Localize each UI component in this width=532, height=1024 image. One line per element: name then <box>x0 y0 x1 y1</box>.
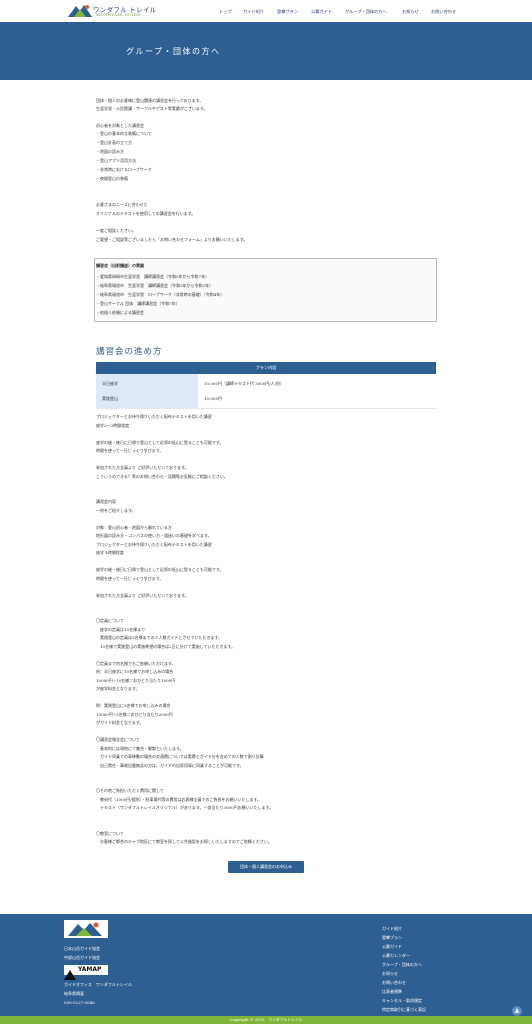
back-to-top-icon[interactable]: ▲ <box>512 1006 522 1016</box>
footer-link[interactable]: 公募ガイド <box>382 944 402 950</box>
footer-phone: 090-0227-0040 <box>64 1000 95 1005</box>
body-line: 一例をご紹介します。 <box>96 507 136 513</box>
body-line: ガイド同乗での車移動の場合の交通費については実費とガイド分を含めての人数で割り計… <box>96 754 264 759</box>
intro-line: ・登山計画の立て方 <box>96 140 132 145</box>
footer-link[interactable]: ガイド紹介 <box>382 926 402 932</box>
footer-address: 岐阜県揖斐 <box>64 991 84 996</box>
body-line: 10名様で実践登山の実施希望の場合は2日に分けて実施していただきます。 <box>96 643 236 649</box>
intro-line: ・登山アプリ活用方法 <box>96 158 136 163</box>
footer-link[interactable]: 登攀プラン <box>382 935 402 941</box>
intro-line: 初心者を対象とした講習会 <box>96 123 144 128</box>
yamap-label: YAMAP <box>78 966 102 973</box>
plan-row-value: 10,000円 <box>198 389 436 409</box>
body-line: プロジェクターとお持ち帰りいただく配布テキストを用いた講習 <box>96 414 212 419</box>
nav-public-guide[interactable]: 公募ガイド <box>311 9 332 15</box>
body-line: 〇教室について <box>96 830 124 836</box>
nav-plans[interactable]: 登攀プラン <box>277 9 298 15</box>
footer-link[interactable]: 特定商取引に基づく表記 <box>382 1007 426 1013</box>
body-line: 講習会内容 <box>96 499 116 504</box>
body-line: こういうのできる？等のお問い合わせ・見積等お気軽にご相談ください。 <box>96 473 228 479</box>
intro-line: ・地図の読み方 <box>96 149 124 154</box>
body-line: 対象：登山初心者・地図から離れている方 <box>96 524 172 530</box>
intro-line: ・非常時におけるロープワーク <box>96 167 152 172</box>
body-line: が座学料金となります。 <box>96 686 140 691</box>
body-line: 参加された方全員より ご好評いただいております。 <box>96 592 189 598</box>
body-line: 実践登山の定員は5名様までの少人数ガイドとさせていただきます。 <box>96 635 223 640</box>
intro-line: ご要望・ご相談等ございましたら「お問い合わせフォーム」よりお願いいたします。 <box>96 237 248 242</box>
brand-subtitle: MOUNTAIN GUIDE <box>96 12 141 17</box>
body-line: 座学2～3時間程度 <box>96 422 130 428</box>
body-line: 10000円÷10名様＝おひとり当たり1000円 <box>96 677 176 683</box>
body-line: 〇定員まで何名様でもご依頼いただけます。 <box>96 660 176 666</box>
body-line: 〇講習会場全会について <box>96 737 140 742</box>
body-line: 例：実践登山に5名様でお申し込みの場合 <box>96 703 171 708</box>
body-line: 例：半日座学に10名様でお申し込みの場合 <box>96 669 174 674</box>
body-line: 自己責任・事故記載無念の方は、ガイドの自家用車に同乗することが可能です。 <box>96 762 244 768</box>
body-line: 時間を使って一日じっくり学びます。 <box>96 448 164 453</box>
body-line: 座学の後・後日に日帰り登山として近郊の低山に登ることも可能です。 <box>96 567 224 572</box>
copyright: Copyright © 2025 ワンダフルトレイル <box>0 1016 532 1024</box>
body-line: 教材代（1000円/個別）・駐車場代等の費用はお客様全員でのご負担をお願いいたし… <box>96 796 262 802</box>
body-line: 参加された方全員より ご好評いただいております。 <box>96 465 189 470</box>
plan-table-header: プラン内容 <box>96 362 436 374</box>
footer-link[interactable]: グループ・団体の方へ <box>382 962 422 968</box>
intro-line: 団体・個人のお客様に登山関連の講習会を行っております。 <box>96 98 204 103</box>
mountain-logo-icon[interactable] <box>68 3 92 17</box>
footer-link[interactable]: キャンセル・取消規定 <box>382 998 422 1004</box>
nav-groups[interactable]: グループ・団体の方へ <box>345 9 387 15</box>
mountain-logo-icon <box>68 922 102 936</box>
footer-link[interactable]: お知らせ <box>382 971 398 977</box>
body-line: プロジェクターとお持ち帰りいただく配布テキストを用いた講習 <box>96 541 212 547</box>
body-line: 〇定員について <box>96 618 124 623</box>
apply-button[interactable]: 団体・個人講習会のお申込み <box>228 861 304 873</box>
body-line: がガイド料金となります。 <box>96 720 144 725</box>
intro-line: オリジナルのテキストを使用しての講習会を行います。 <box>96 211 196 216</box>
footer-link[interactable]: お問い合わせ <box>382 980 406 986</box>
body-line: 基本的には現地にて集合・解散といたします。 <box>96 745 184 751</box>
footer-link[interactable]: 比表者規準 <box>382 989 402 995</box>
intro-line: 生涯学習・公民館講・サークルやゲスト等実績がございます。 <box>96 106 208 111</box>
footer-affiliation: 日本山岳ガイド協会 <box>64 946 100 951</box>
intro-line: 一度ご相談ください。 <box>96 228 136 233</box>
record-title: 講習会（出前講座）の実績 <box>96 263 144 268</box>
footer-logo[interactable] <box>64 920 108 938</box>
footer-office: ガイドオフィス ワンダフルトレイル <box>64 982 132 987</box>
intro-line: ・登山の基本的な装備について <box>96 131 152 136</box>
body-line: お客様ご都合のキャプ地区にて教室を探して公共施設をお探しいたしますのでご依頼くだ… <box>96 839 272 844</box>
nav-contact[interactable]: お問い合わせ <box>431 9 456 15</box>
record-item: ・岐阜県瑞浪市 生涯学習 講師講習会（令和3年から令和5年） <box>96 283 214 288</box>
yamap-mountain-icon <box>64 970 76 980</box>
section-title: 講習会の進め方 <box>96 347 163 357</box>
plan-row-label: 実践登山 <box>96 389 198 409</box>
body-line: 〇その他ご負担いただく費用に関して <box>96 788 164 793</box>
nav-top[interactable]: トップ <box>219 9 232 15</box>
record-item: ・登山サークル 団体 講師講習会（令和7年） <box>96 301 180 306</box>
intro-line: ・夜間登山の装備 <box>96 176 128 181</box>
record-item: ・他個人依頼による講習会 <box>96 310 144 315</box>
body-line: 地形図の読み方・コンパスの使い方・道迷いの基礎を学べます。 <box>96 533 212 538</box>
body-line: 座学の定員は10名様まで <box>96 626 146 632</box>
hero-banner <box>0 22 532 80</box>
nav-guides[interactable]: ガイド紹介 <box>243 9 264 15</box>
body-line: 10000円÷5名様＝おひとり当たり2000円 <box>96 711 173 717</box>
nav-news[interactable]: お知らせ <box>402 9 419 15</box>
site-header: ワンダフル トレイル MOUNTAIN GUIDE トップ ガイド紹介 登攀プラ… <box>0 0 532 22</box>
body-line: 座学の後・後日に日帰り登山として近郊の低山に登ることも可能です。 <box>96 439 224 445</box>
body-line: 時間を使って一日じっくり学びます。 <box>96 575 164 581</box>
page-title: グループ・団体の方へ <box>126 47 221 56</box>
record-item: ・愛知県岡崎市生涯学習 講師講習会（令和5年から令和7年） <box>96 274 210 279</box>
record-box <box>94 258 437 322</box>
record-item: ・岐阜県瑞浪市 生涯学習 ロープワーク（非常時の基礎）（令和4年） <box>96 292 225 297</box>
intro-line: お客さまのニーズに合わせた <box>96 202 148 207</box>
footer-link[interactable]: 公募カレンダー <box>382 953 410 959</box>
body-line: 座学 4時間程度 <box>96 550 124 555</box>
body-line: テキスト（ワンダフルトレイルオリジナル）があります。一部当たり3000円お願いい… <box>96 805 274 810</box>
footer-affiliation: 中部山岳ガイド協会 <box>64 955 100 960</box>
